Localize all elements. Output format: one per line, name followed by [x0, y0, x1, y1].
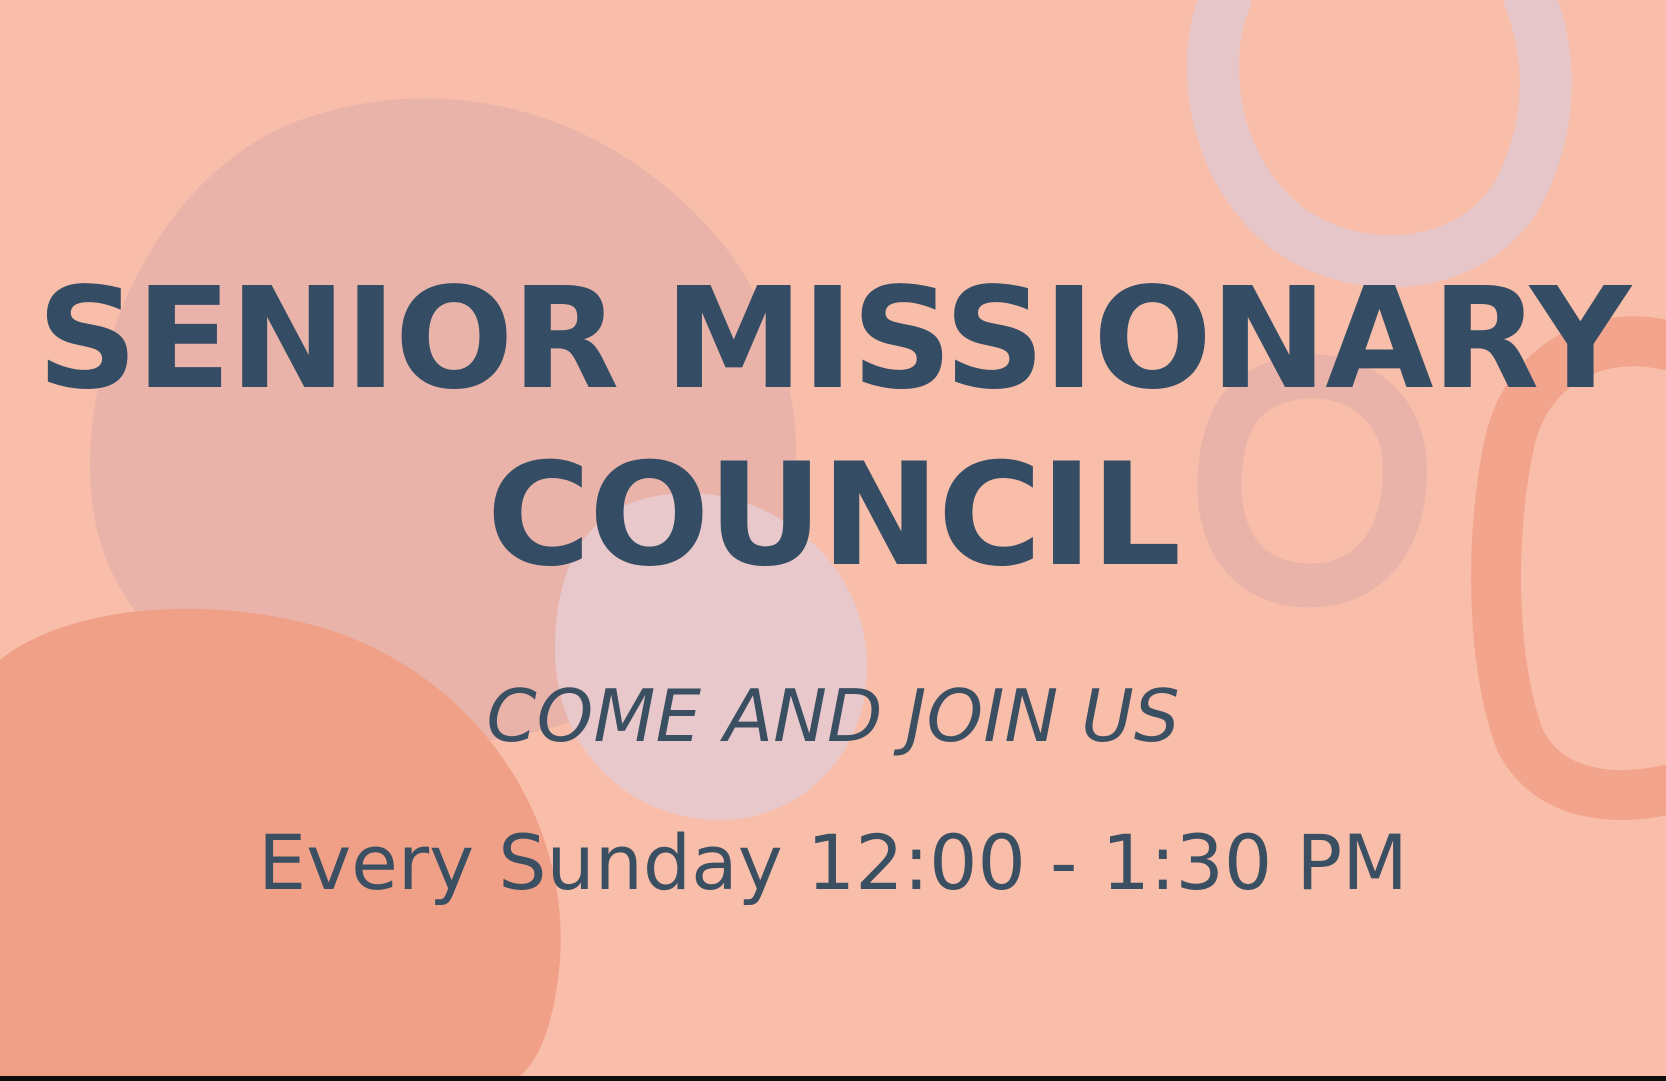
subtitle: COME AND JOIN US: [486, 674, 1180, 758]
title-line-1: SENIOR MISSIONARY: [36, 258, 1631, 421]
title-line-2: COUNCIL: [486, 433, 1182, 598]
poster-canvas: SENIOR MISSIONARY COUNCIL COME AND JOIN …: [0, 0, 1666, 1076]
bottom-edge: [0, 1076, 1666, 1081]
schedule-text: Every Sunday 12:00 - 1:30 PM: [258, 818, 1408, 907]
poster-text: SENIOR MISSIONARY COUNCIL COME AND JOIN …: [0, 0, 1666, 1076]
